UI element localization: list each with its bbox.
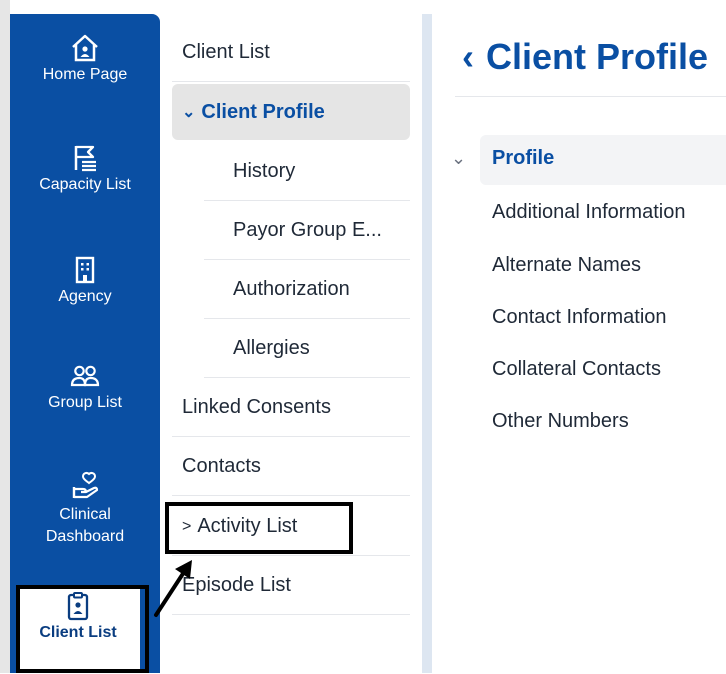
- subnav-label: Allergies: [233, 337, 310, 359]
- subnav-item-payor-group[interactable]: Payor Group E...: [204, 202, 410, 260]
- rail-item-capacity-list[interactable]: Capacity List: [10, 142, 160, 194]
- rail-item-group-list[interactable]: Group List: [10, 360, 160, 412]
- subnav-item-client-list[interactable]: Client List: [172, 24, 410, 82]
- rail-label-agency: Agency: [58, 288, 112, 305]
- home-icon: [72, 34, 98, 62]
- subnav-label: Activity List: [197, 515, 298, 537]
- profile-item-other-numbers[interactable]: Other Numbers: [492, 410, 629, 433]
- rail-label-group-list: Group List: [48, 394, 122, 411]
- subnav-label: Contacts: [182, 455, 261, 477]
- subnav-label: Client List: [182, 41, 270, 63]
- page-title-text: Client Profile: [486, 36, 709, 77]
- capacity-list-icon: [74, 145, 96, 172]
- rail-item-client-list[interactable]: Client List: [16, 586, 140, 674]
- profile-item-additional-information[interactable]: Additional Information: [492, 201, 685, 224]
- clipboard-person-icon: [67, 592, 89, 621]
- icon-rail: Home Page Capacity List Agency Group Lis…: [10, 14, 160, 674]
- subnav-label: Payor Group E...: [233, 219, 382, 241]
- rail-label-client-list: Client List: [39, 624, 117, 641]
- page-title: ‹ Client Profile: [462, 36, 708, 78]
- title-divider: [455, 96, 726, 97]
- hand-heart-icon: [72, 471, 99, 499]
- window-edge: [0, 0, 10, 673]
- rail-label-clinical: Clinical: [59, 506, 111, 523]
- section-label-profile[interactable]: Profile: [492, 147, 554, 170]
- rail-label-capacity-list: Capacity List: [39, 176, 131, 193]
- profile-item-collateral-contacts[interactable]: Collateral Contacts: [492, 358, 661, 381]
- subnav-label: Authorization: [233, 278, 350, 300]
- subnav-item-contacts[interactable]: Contacts: [172, 438, 410, 496]
- chevron-right-icon: >: [182, 517, 192, 535]
- subnav-label: Client Profile: [201, 100, 325, 123]
- subnav-label: History: [233, 160, 296, 182]
- rail-label-dashboard: Dashboard: [45, 528, 125, 545]
- subnav-item-client-profile[interactable]: ⌄ Client Profile: [172, 84, 410, 140]
- building-icon: [75, 256, 95, 284]
- group-icon: [70, 365, 100, 387]
- subnav-item-authorization[interactable]: Authorization: [204, 261, 410, 319]
- rail-label-home-page: Home Page: [42, 66, 128, 83]
- rail-item-clinical-dashboard[interactable]: Clinical Dashboard: [10, 470, 160, 548]
- subnav-item-allergies[interactable]: Allergies: [204, 320, 410, 378]
- rail-item-home-page[interactable]: Home Page: [10, 32, 160, 84]
- subnav-item-linked-consents[interactable]: Linked Consents: [172, 379, 410, 437]
- profile-item-alternate-names[interactable]: Alternate Names: [492, 254, 641, 277]
- annotation-arrow: [154, 560, 192, 617]
- chevron-down-icon: ⌄: [182, 104, 196, 121]
- panel-divider: [422, 14, 432, 673]
- subnav-item-activity-list[interactable]: > Activity List: [172, 498, 410, 556]
- back-chevron-icon[interactable]: ‹: [462, 36, 474, 78]
- subnav-item-episode-list[interactable]: Episode List: [172, 557, 410, 615]
- rail-item-agency[interactable]: Agency: [10, 254, 160, 306]
- subnav-label: Linked Consents: [182, 396, 331, 418]
- profile-item-contact-information[interactable]: Contact Information: [492, 306, 667, 329]
- subnav-item-history[interactable]: History: [204, 143, 410, 201]
- chevron-down-icon[interactable]: ⌄: [451, 148, 466, 169]
